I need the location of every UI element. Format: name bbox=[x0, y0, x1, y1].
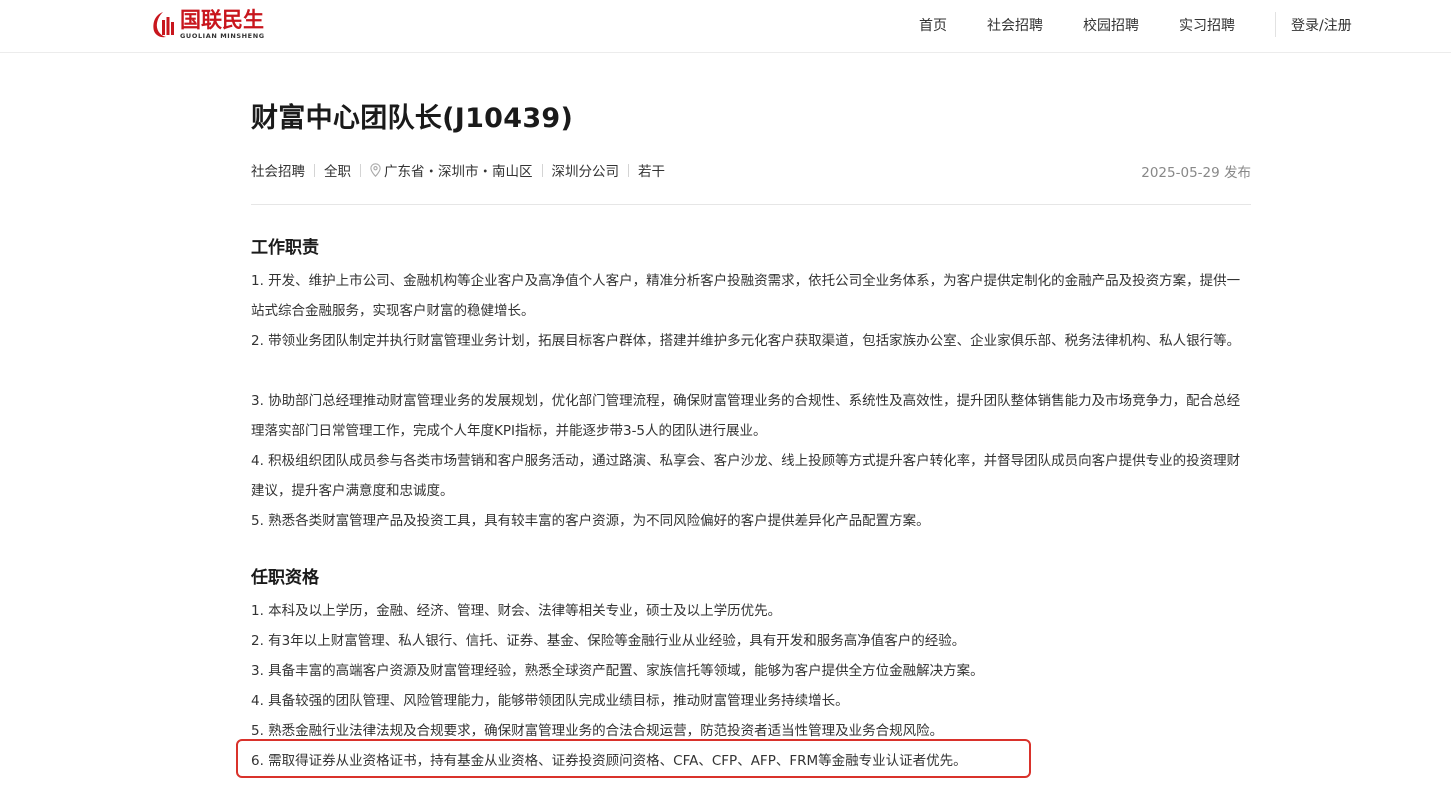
duty-item: 3. 协助部门总经理推动财富管理业务的发展规划，优化部门管理流程，确保财富管理业… bbox=[251, 393, 1241, 439]
requirement-item: 3. 具备丰富的高端客户资源及财富管理经验，熟悉全球资产配置、家族信托等领域，能… bbox=[251, 663, 984, 679]
duty-item: 2. 带领业务团队制定并执行财富管理业务计划，拓展目标客户群体，搭建并维护多元化… bbox=[251, 333, 1241, 349]
section-title-requirements: 任职资格 bbox=[251, 568, 319, 588]
duty-item: 1. 开发、维护上市公司、金融机构等企业客户及高净值个人客户，精准分析客户投融资… bbox=[251, 273, 1241, 319]
job-title: 财富中心团队长(J10439) bbox=[251, 103, 574, 134]
logo-text-cn: 国联民生 bbox=[180, 8, 264, 33]
meta-recruit-type: 社会招聘 bbox=[251, 164, 305, 180]
duty-item: 5. 熟悉各类财富管理产品及投资工具，具有较丰富的客户资源，为不同风险偏好的客户… bbox=[251, 513, 930, 529]
job-meta: 社会招聘 全职 广东省・深圳市・南山区 深圳分公司 若干 bbox=[251, 160, 665, 180]
meta-employment: 全职 bbox=[324, 164, 351, 180]
meta-headcount: 若干 bbox=[638, 164, 665, 180]
meta-separator bbox=[314, 163, 315, 177]
nav-campus-recruitment[interactable]: 校园招聘 bbox=[1083, 15, 1139, 35]
location-pin-icon bbox=[370, 163, 381, 177]
publish-date: 2025-05-29 发布 bbox=[1141, 165, 1251, 181]
logo-mark-icon bbox=[153, 12, 174, 38]
meta-location: 广东省・深圳市・南山区 bbox=[384, 164, 533, 180]
top-navbar: 国联民生 GUOLIAN MINSHENG 首页 社会招聘 校园招聘 实习招聘 … bbox=[0, 0, 1451, 53]
header-divider bbox=[251, 204, 1251, 205]
requirement-item: 4. 具备较强的团队管理、风险管理能力，能够带领团队完成业绩目标，推动财富管理业… bbox=[251, 693, 849, 709]
duty-item: 4. 积极组织团队成员参与各类市场营销和客户服务活动，通过路演、私享会、客户沙龙… bbox=[251, 453, 1241, 499]
login-register-link[interactable]: 登录/注册 bbox=[1291, 15, 1352, 35]
section-title-duties: 工作职责 bbox=[251, 238, 319, 258]
logo-text-en: GUOLIAN MINSHENG bbox=[180, 32, 265, 41]
nav-home[interactable]: 首页 bbox=[919, 15, 947, 35]
meta-separator bbox=[628, 163, 629, 177]
requirement-item: 2. 有3年以上财富管理、私人银行、信托、证券、基金、保险等金融行业从业经验，具… bbox=[251, 633, 966, 649]
nav-internship-recruitment[interactable]: 实习招聘 bbox=[1179, 15, 1235, 35]
meta-separator bbox=[541, 163, 543, 177]
nav-social-recruitment[interactable]: 社会招聘 bbox=[987, 15, 1043, 35]
highlight-box bbox=[236, 739, 1031, 778]
meta-separator bbox=[360, 163, 361, 177]
brand-logo[interactable]: 国联民生 GUOLIAN MINSHENG bbox=[150, 8, 280, 42]
meta-branch: 深圳分公司 bbox=[551, 164, 620, 180]
nav-divider bbox=[1275, 12, 1276, 37]
requirement-item: 1. 本科及以上学历，金融、经济、管理、财会、法律等相关专业，硕士及以上学历优先… bbox=[251, 603, 782, 619]
